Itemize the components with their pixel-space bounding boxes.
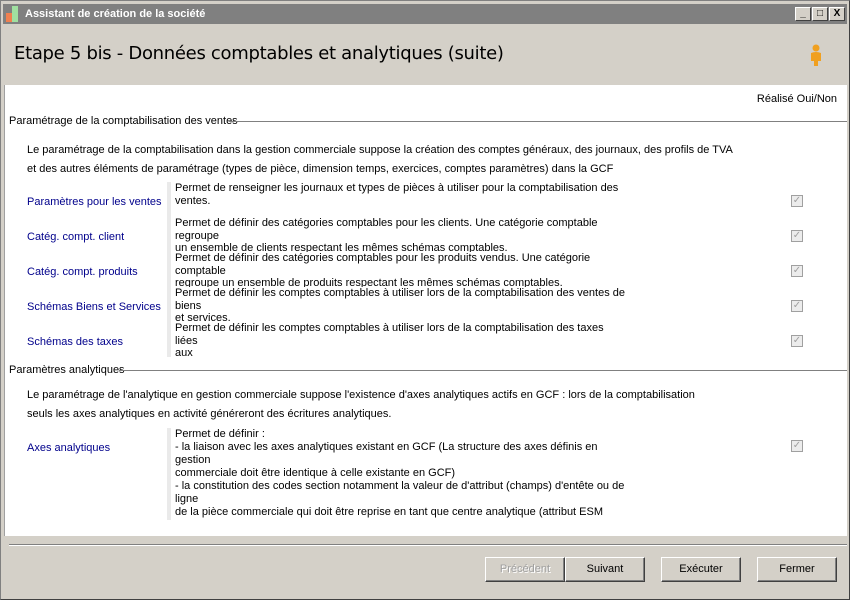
item-description: Permet de définir des catégories comptab… (167, 252, 625, 287)
app-icon (6, 6, 20, 22)
content-panel: Réalisé Oui/Non Paramétrage de la compta… (4, 85, 847, 536)
link-parametres-ventes[interactable]: Paramètres pour les ventes (27, 196, 162, 208)
done-column-header: Réalisé Oui/Non (756, 93, 837, 105)
wizard-window: Assistant de création de la société _ □ … (0, 0, 850, 600)
done-checkbox[interactable]: ✓ (791, 440, 803, 452)
item-description: Permet de définir les comptes comptables… (167, 287, 625, 322)
sales-group-title: Paramétrage de la comptabilisation des v… (9, 115, 238, 127)
minimize-button[interactable]: _ (795, 7, 811, 21)
link-schemas-biens-services[interactable]: Schémas Biens et Services (27, 301, 161, 313)
item-description: Permet de définir des catégories comptab… (167, 217, 625, 252)
footer-divider (9, 544, 847, 546)
link-axes-analytiques[interactable]: Axes analytiques (27, 442, 110, 454)
item-description: Permet de définir : - la liaison avec le… (167, 428, 625, 520)
done-checkbox[interactable]: ✓ (791, 265, 803, 277)
execute-button[interactable]: Exécuter (661, 557, 741, 582)
link-schemas-taxes[interactable]: Schémas des taxes (27, 336, 123, 348)
done-checkbox[interactable]: ✓ (791, 300, 803, 312)
sales-intro-line: et des autres éléments de paramétrage (t… (27, 163, 614, 175)
close-button[interactable]: Fermer (757, 557, 837, 582)
divider (229, 121, 847, 122)
maximize-button[interactable]: □ (812, 7, 828, 21)
done-checkbox[interactable]: ✓ (791, 335, 803, 347)
person-icon (811, 44, 821, 66)
sales-intro-line: Le paramétrage de la comptabilisation da… (27, 144, 733, 156)
title-bar[interactable]: Assistant de création de la société _ □ … (3, 4, 847, 24)
close-window-button[interactable]: X (829, 7, 845, 21)
analytics-group-title: Paramètres analytiques (9, 364, 125, 376)
wizard-header: Etape 5 bis - Données comptables et anal… (3, 24, 847, 85)
next-button[interactable]: Suivant (565, 557, 645, 582)
link-categ-produits[interactable]: Catég. compt. produits (27, 266, 138, 278)
window-title: Assistant de création de la société (25, 8, 206, 20)
item-description: Permet de renseigner les journaux et typ… (167, 182, 625, 217)
done-checkbox[interactable]: ✓ (791, 230, 803, 242)
previous-button[interactable]: Précédent (485, 557, 565, 582)
page-title: Etape 5 bis - Données comptables et anal… (14, 43, 504, 64)
item-description: Permet de définir les comptes comptables… (167, 322, 625, 357)
done-checkbox[interactable]: ✓ (791, 195, 803, 207)
analytics-intro-line: seuls les axes analytiques en activité g… (27, 408, 392, 420)
link-categ-client[interactable]: Catég. compt. client (27, 231, 124, 243)
analytics-intro-line: Le paramétrage de l'analytique en gestio… (27, 389, 695, 401)
divider (119, 370, 847, 371)
